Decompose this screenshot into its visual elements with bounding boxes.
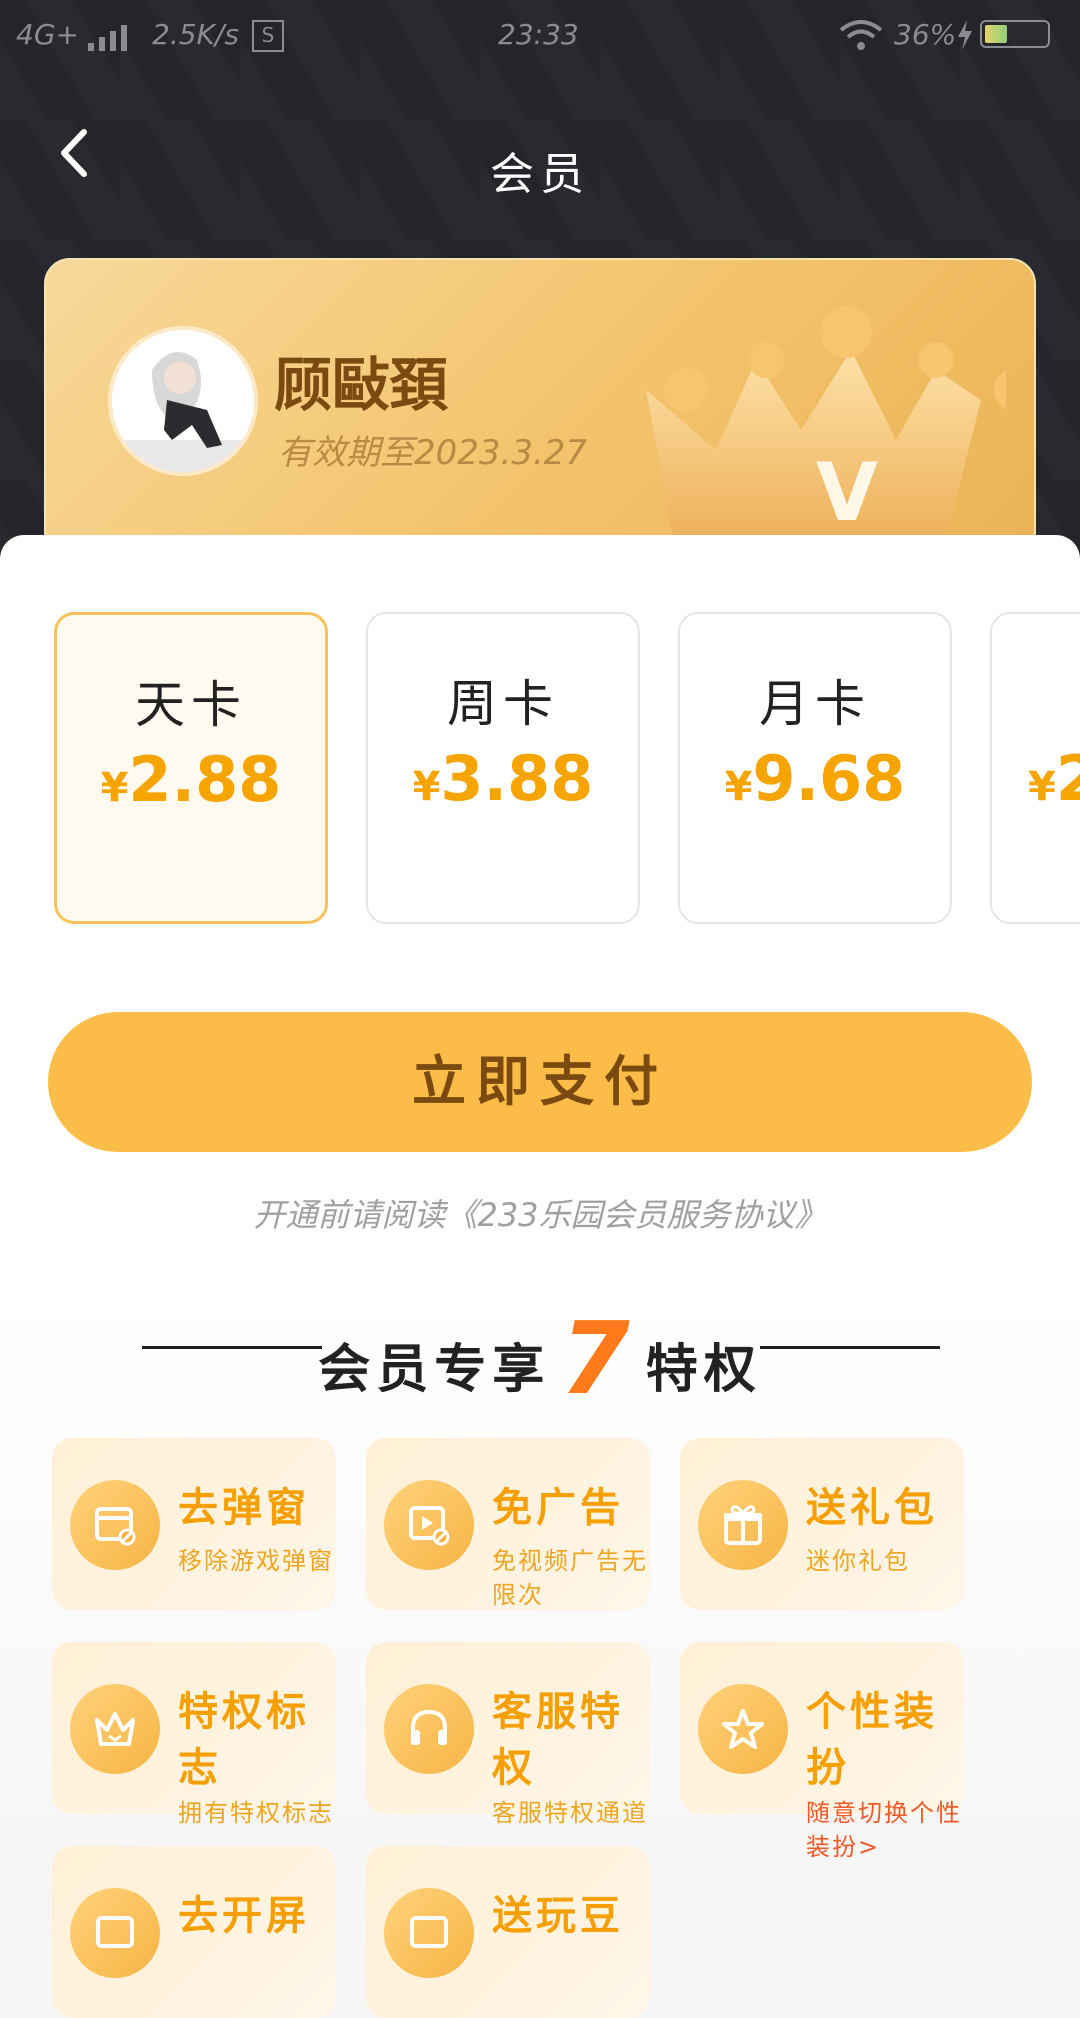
plan-price: ¥2 bbox=[1028, 742, 1080, 815]
expire-date: 有效期至2023.3.27 bbox=[278, 433, 588, 473]
privilege-desc-link[interactable]: 随意切换个性装扮> bbox=[806, 1796, 962, 1864]
plan-week[interactable]: 周卡 ¥3.88 bbox=[366, 612, 640, 924]
avatar[interactable] bbox=[108, 326, 258, 476]
privilege-desc: 移除游戏弹窗 bbox=[178, 1547, 334, 1575]
plan-name: 天卡 bbox=[135, 676, 247, 734]
signal-icon bbox=[88, 18, 132, 51]
crown-icon: V bbox=[646, 306, 1006, 556]
privilege-title: 个性装扮 bbox=[806, 1689, 938, 1791]
privilege-dressup[interactable]: 个性装扮 随意切换个性装扮> bbox=[680, 1642, 964, 1861]
page-title: 会员 bbox=[490, 149, 590, 200]
coin-icon bbox=[384, 1888, 474, 1978]
plan-price: ¥3.88 bbox=[412, 742, 594, 815]
privilege-title: 送礼包 bbox=[806, 1485, 938, 1531]
no-splash-icon bbox=[70, 1888, 160, 1978]
agreement-link[interactable]: 开通前请阅读《233乐园会员服务协议》 bbox=[0, 1190, 1080, 1236]
pay-button[interactable]: 立即支付 bbox=[48, 1012, 1032, 1152]
network-type: 4G+ bbox=[16, 18, 79, 51]
privilege-no-popup[interactable]: 去弹窗 移除游戏弹窗 bbox=[52, 1438, 336, 1610]
app-badge-icon: S bbox=[252, 20, 284, 52]
star-icon bbox=[698, 1684, 788, 1774]
privilege-no-ads[interactable]: 免广告 免视频广告无限次 bbox=[366, 1438, 650, 1610]
privilege-title: 去开屏 bbox=[178, 1893, 310, 1939]
privilege-desc: 客服特权通道 bbox=[492, 1799, 648, 1827]
privilege-no-splash[interactable]: 去开屏 bbox=[52, 1846, 336, 2018]
charging-icon bbox=[958, 20, 972, 50]
privileges-heading: 会员专享 7 特权 bbox=[318, 1300, 762, 1417]
plan-day[interactable]: 天卡 ¥2.88 bbox=[54, 612, 328, 924]
plan-price: ¥2.88 bbox=[100, 743, 282, 816]
privilege-title: 特权标志 bbox=[178, 1689, 310, 1791]
privilege-title: 去弹窗 bbox=[178, 1485, 310, 1531]
plan-name: 周卡 bbox=[447, 675, 559, 733]
crown-letter: V bbox=[816, 446, 878, 539]
member-name: 顾敺頚 bbox=[274, 351, 449, 419]
plan-price: ¥9.68 bbox=[724, 742, 906, 815]
member-card: 顾敺頚 有效期至2023.3.27 V bbox=[44, 258, 1036, 558]
privilege-desc: 拥有特权标志 bbox=[178, 1799, 334, 1827]
plan-name: 月卡 bbox=[759, 675, 871, 733]
clock: 23:33 bbox=[498, 18, 579, 51]
crown-icon bbox=[70, 1684, 160, 1774]
status-bar: 4G+ 2.5K/s S 23:33 36% bbox=[0, 0, 1080, 70]
headset-icon bbox=[384, 1684, 474, 1774]
gift-icon bbox=[698, 1480, 788, 1570]
privilege-service[interactable]: 客服特权 客服特权通道 bbox=[366, 1642, 650, 1827]
battery-percent: 36% bbox=[894, 18, 957, 51]
plan-month[interactable]: 月卡 ¥9.68 bbox=[678, 612, 952, 924]
privilege-coins[interactable]: 送玩豆 bbox=[366, 1846, 650, 2018]
privilege-title: 客服特权 bbox=[492, 1689, 624, 1791]
wifi-icon bbox=[839, 20, 883, 50]
no-ads-icon bbox=[384, 1480, 474, 1570]
privilege-count: 7 bbox=[560, 1300, 636, 1417]
privilege-desc: 免视频广告无限次 bbox=[492, 1547, 648, 1609]
privilege-desc: 迷你礼包 bbox=[806, 1547, 910, 1575]
privilege-gift[interactable]: 送礼包 迷你礼包 bbox=[680, 1438, 964, 1610]
network-speed: 2.5K/s bbox=[152, 18, 239, 51]
privilege-badge[interactable]: 特权标志 拥有特权标志 bbox=[52, 1642, 336, 1827]
privilege-title: 免广告 bbox=[492, 1485, 624, 1531]
no-popup-icon bbox=[70, 1480, 160, 1570]
battery-icon bbox=[980, 20, 1050, 48]
plan-partial[interactable]: ¥2 bbox=[990, 612, 1080, 924]
privilege-title: 送玩豆 bbox=[492, 1893, 624, 1939]
